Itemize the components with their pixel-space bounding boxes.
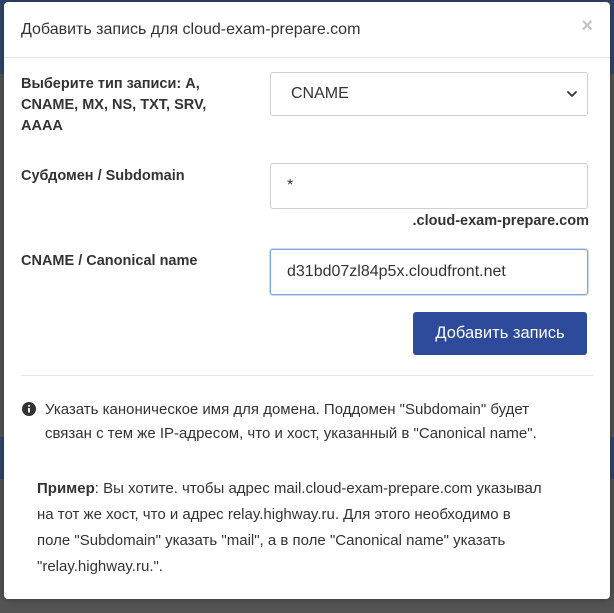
example-line1: Пример: Вы хотите. чтобы адрес mail.clou… <box>37 476 577 502</box>
record-type-label-line3: AAAA <box>21 118 63 134</box>
info-line1: Указать каноническое имя для домена. Под… <box>45 401 530 418</box>
record-type-label-line2: CNAME, MX, NS, TXT, SRV, <box>21 97 207 113</box>
info-icon <box>22 402 36 416</box>
subdomain-input[interactable]: * <box>270 163 588 209</box>
record-type-label: Выберите тип записи: A, CNAME, MX, NS, T… <box>21 74 206 137</box>
example-line3: поле "Subdomain" указать "mail", а в пол… <box>37 532 506 549</box>
example-line2: на тот же хост, что и адрес relay.highwa… <box>37 506 511 523</box>
example-text: Пример: Вы хотите. чтобы адрес mail.clou… <box>37 476 577 580</box>
example-line4: "relay.highway.ru.". <box>37 558 163 575</box>
record-type-selected-value: CNAME <box>291 85 349 102</box>
example-line1-text: : Вы хотите. чтобы адрес mail.cloud-exam… <box>94 480 542 497</box>
info-line2: связан с тем же IP-адресом, что и хост, … <box>45 425 537 442</box>
info-text: Указать каноническое имя для домена. Под… <box>45 398 585 446</box>
cname-label: CNAME / Canonical name <box>21 253 198 269</box>
add-record-button[interactable]: Добавить запись <box>413 312 587 355</box>
modal-header: Добавить запись для cloud-exam-prepare.c… <box>4 2 610 58</box>
subdomain-input-value: * <box>287 177 294 194</box>
cname-input-value: d31bd07zl84p5x.cloudfront.net <box>287 263 506 280</box>
record-type-select[interactable]: CNAME <box>270 72 588 116</box>
add-record-modal: Добавить запись для cloud-exam-prepare.c… <box>4 2 610 599</box>
close-button[interactable]: × <box>581 16 593 36</box>
cname-input[interactable]: d31bd07zl84p5x.cloudfront.net <box>270 249 588 295</box>
record-type-label-line1: Выберите тип записи: A, <box>21 76 200 92</box>
divider <box>21 375 593 376</box>
domain-suffix: .cloud-exam-prepare.com <box>412 213 589 229</box>
subdomain-label: Субдомен / Subdomain <box>21 168 185 184</box>
modal-title: Добавить запись для cloud-exam-prepare.c… <box>21 21 361 38</box>
chevron-down-icon <box>567 91 577 97</box>
example-bold-label: Пример <box>37 480 95 497</box>
